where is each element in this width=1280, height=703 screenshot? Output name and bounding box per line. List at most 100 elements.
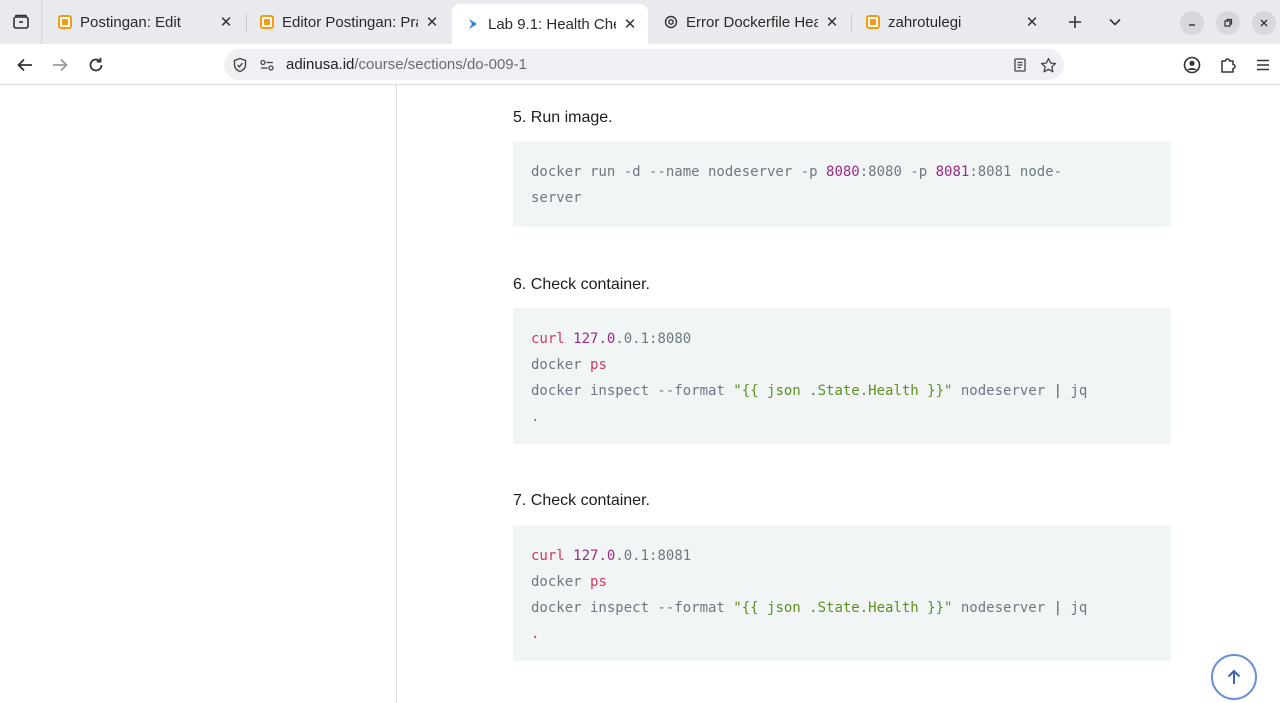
reload-button[interactable]: [82, 51, 110, 79]
close-icon[interactable]: ✕: [424, 13, 440, 31]
code-token: 8080: [826, 164, 860, 180]
plus-icon: [1069, 16, 1081, 28]
tab-3[interactable]: Error Dockerfile Healt ✕: [650, 4, 850, 40]
hamburger-menu-icon: [1257, 59, 1269, 71]
url-text[interactable]: adinusa.id/course/sections/do-009-1: [286, 56, 527, 73]
code-token: "{{ json .State.Health }}": [733, 600, 953, 616]
arrow-left-icon: [17, 58, 32, 72]
code-token: ps: [590, 574, 607, 590]
code-token: curl: [531, 548, 574, 564]
step-7-code-block[interactable]: curl 127.0.0.1:8081 docker ps docker inspe…: [513, 525, 1171, 661]
tab-2-active[interactable]: Lab 9.1: Health Check ✕: [452, 4, 648, 44]
code-token: |: [1053, 600, 1063, 616]
code-line: docker run -d --name nodeserver -p 8080:…: [531, 159, 1153, 185]
close-icon[interactable]: ✕: [824, 13, 840, 31]
code-token: nodeserver: [952, 600, 1054, 616]
puzzle-icon: [1221, 58, 1236, 73]
minimize-icon: [1189, 24, 1195, 26]
minimize-button[interactable]: [1180, 11, 1204, 35]
code-line: docker ps: [531, 352, 1153, 378]
code-token: docker: [531, 574, 591, 590]
bookmark-star-icon[interactable]: [1039, 56, 1057, 74]
arrow-right-icon: [53, 58, 68, 72]
code-line: curl 127.0.0.1:8081: [531, 543, 1153, 569]
close-icon[interactable]: ✕: [1024, 13, 1040, 31]
tab-title: zahrotulegi: [888, 13, 962, 31]
code-token: jq: [1062, 383, 1088, 399]
blogger-icon: [260, 15, 274, 29]
lesson-content: 5. Run image. docker run -d --name nodes…: [397, 85, 1280, 703]
code-line: docker ps: [531, 569, 1153, 595]
url-host: adinusa.id: [286, 56, 355, 73]
browser-toolbar: adinusa.id/course/sections/do-009-1: [0, 44, 1280, 85]
code-token: nodeserver: [952, 383, 1054, 399]
code-token: .: [531, 626, 540, 642]
forward-button[interactable]: [46, 51, 74, 79]
code-token: jq: [1062, 600, 1088, 616]
adinusa-icon: [466, 17, 480, 31]
code-line: .: [531, 404, 1153, 430]
arrow-up-icon: [1227, 669, 1241, 684]
tab-title: Error Dockerfile Healt: [686, 13, 818, 31]
tab-search-icon: [12, 14, 29, 29]
site-settings-icon[interactable]: [258, 56, 276, 74]
reload-icon: [89, 57, 103, 72]
url-path: /course/sections/do-009-1: [354, 56, 527, 73]
chevron-down-icon: [1109, 18, 1121, 26]
code-token: .0.1:8080: [615, 331, 692, 347]
menu-button[interactable]: [1249, 51, 1277, 79]
profile-button[interactable]: [1178, 51, 1206, 79]
address-bar[interactable]: adinusa.id/course/sections/do-009-1: [224, 49, 1064, 80]
tab-title: Editor Postingan: Prati: [282, 13, 418, 31]
account-icon: [1183, 56, 1201, 74]
step-6-title: 6. Check container.: [513, 276, 650, 293]
code-token: :8081 node-: [969, 164, 1063, 180]
code-line: server: [531, 185, 1153, 211]
code-line: .: [531, 621, 1153, 647]
code-token: curl: [531, 331, 574, 347]
code-token: 127.0: [573, 331, 616, 347]
code-token: ps: [590, 357, 607, 373]
close-icon[interactable]: ✕: [218, 13, 234, 31]
tab-search-button[interactable]: [0, 0, 42, 44]
extensions-button[interactable]: [1214, 51, 1242, 79]
shield-icon[interactable]: [231, 56, 249, 74]
step-5-code-block[interactable]: docker run -d --name nodeserver -p 8080:…: [513, 141, 1171, 227]
step-5-title: 5. Run image.: [513, 109, 613, 126]
back-button[interactable]: [11, 51, 39, 79]
restore-icon: [1224, 18, 1233, 27]
code-line: curl 127.0.0.1:8080: [531, 326, 1153, 352]
tab-title: Lab 9.1: Health Check: [488, 15, 616, 33]
blogger-icon: [866, 15, 880, 29]
openai-icon: [664, 15, 678, 29]
new-tab-button[interactable]: [1061, 8, 1089, 36]
restore-button[interactable]: [1216, 11, 1240, 35]
reader-mode-icon[interactable]: [1011, 56, 1029, 74]
tab-strip: Postingan: Edit ✕ Editor Postingan: Prat…: [0, 0, 1280, 44]
code-token: docker inspect --format: [531, 383, 734, 399]
code-token: 8081: [935, 164, 970, 180]
code-token: server: [531, 190, 582, 206]
code-line: docker inspect --format "{{ json .State.…: [531, 378, 1153, 404]
code-line: docker inspect --format "{{ json .State.…: [531, 595, 1153, 621]
code-token: 127.0: [573, 548, 616, 564]
code-token: docker: [531, 357, 591, 373]
tab-0[interactable]: Postingan: Edit ✕: [44, 4, 244, 40]
code-token: .: [531, 409, 540, 425]
tab-list-button[interactable]: [1101, 8, 1129, 36]
close-icon: [1260, 19, 1268, 27]
code-token: docker run -d --name nodeserver -p: [531, 164, 827, 180]
tab-1[interactable]: Editor Postingan: Prati ✕: [246, 4, 450, 40]
scroll-to-top-button[interactable]: [1211, 654, 1257, 700]
step-7-title: 7. Check container.: [513, 492, 650, 509]
step-6-code-block[interactable]: curl 127.0.0.1:8080 docker ps docker inspe…: [513, 308, 1171, 444]
blogger-icon: [58, 15, 72, 29]
tab-title: Postingan: Edit: [80, 13, 181, 31]
code-token: "{{ json .State.Health }}": [733, 383, 953, 399]
code-token: .0.1:8081: [615, 548, 692, 564]
close-icon[interactable]: ✕: [622, 15, 638, 33]
close-window-button[interactable]: [1252, 11, 1276, 35]
code-token: |: [1053, 383, 1063, 399]
course-sidebar: [0, 85, 397, 703]
tab-4[interactable]: zahrotulegi ✕: [852, 4, 1050, 40]
